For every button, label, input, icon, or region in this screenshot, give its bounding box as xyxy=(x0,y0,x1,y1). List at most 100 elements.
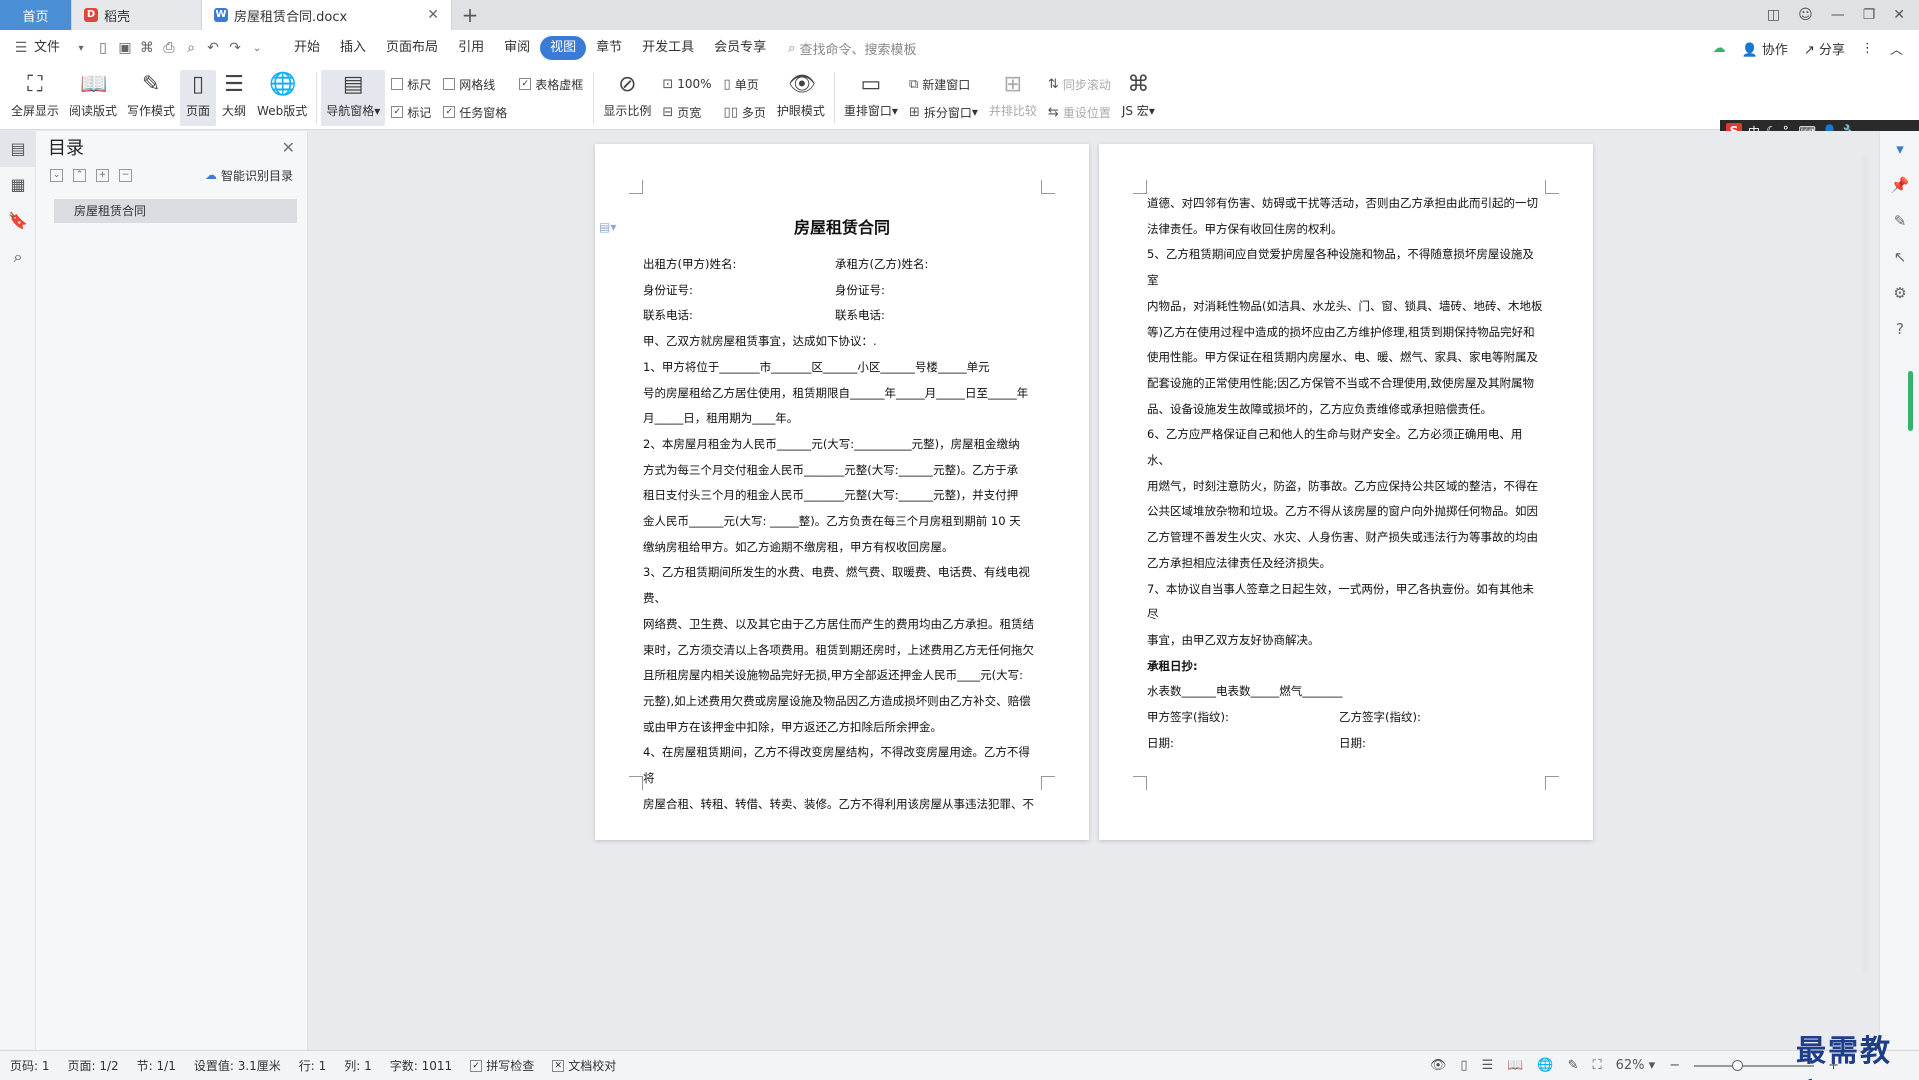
ruler-toggle[interactable]: 标尺 xyxy=(391,72,431,96)
menu-file[interactable]: 文件 xyxy=(32,36,70,60)
page-view-button[interactable]: ▯ 页面 xyxy=(180,70,217,126)
menu-member[interactable]: 会员专享 xyxy=(704,36,776,60)
zoom-slider-handle[interactable] xyxy=(1732,1059,1744,1071)
menu-start[interactable]: 开始 xyxy=(284,36,330,60)
doc-proof-button[interactable]: ✕ 文档校对 xyxy=(552,1057,616,1074)
minimize-icon[interactable]: — xyxy=(1831,7,1845,23)
arrange-window-button[interactable]: ▭ 重排窗口▾ xyxy=(839,70,903,126)
fullscreen-button[interactable]: ⛶ 全屏显示 xyxy=(6,70,64,126)
command-search[interactable]: ⌕ 查找命令、搜索模板 xyxy=(788,39,916,58)
share-button[interactable]: ↗ 分享 xyxy=(1804,39,1845,58)
edit-icon[interactable]: ✎ xyxy=(1880,203,1919,239)
nav-pane-button[interactable]: ▤ 导航窗格▾ xyxy=(321,70,386,126)
expand-all-icon[interactable]: ⌄ xyxy=(50,168,63,182)
page-width-button[interactable]: ⊟ 页宽 xyxy=(662,100,711,124)
avatar[interactable]: ☺ xyxy=(1798,7,1813,23)
remove-heading-icon[interactable]: − xyxy=(119,168,132,182)
document-area[interactable]: ▤▾ 房屋租赁合同 出租方(甲方)姓名: 承租方(乙方)姓名: 身份证号: 身份证号… xyxy=(308,131,1879,1050)
tab-home[interactable]: 首页 xyxy=(0,0,72,30)
status-page[interactable]: 页码: 1 xyxy=(10,1057,50,1074)
zoom-level[interactable]: 62% ▾ xyxy=(1616,1058,1656,1073)
eye-care-icon[interactable]: 👁 xyxy=(1430,1058,1447,1073)
hamburger-icon[interactable]: ☰ xyxy=(10,40,32,56)
help-icon[interactable]: ? xyxy=(1880,311,1919,347)
close-tab-icon[interactable]: ✕ xyxy=(427,7,439,23)
markup-checkbox[interactable]: ✓ xyxy=(391,106,404,118)
new-window-button[interactable]: ⧉ 新建窗口 xyxy=(909,72,978,96)
fit-page-icon[interactable]: ⛶ xyxy=(1593,1058,1602,1073)
zoom-100-button[interactable]: ⊡ 100% xyxy=(662,72,711,96)
bookmark-icon[interactable]: 🔖 xyxy=(0,203,36,239)
chapter-nav-icon[interactable]: ▦ xyxy=(0,167,36,203)
vertical-scrollbar[interactable] xyxy=(1860,155,1872,975)
outline-button[interactable]: ☰ 大纲 xyxy=(216,70,252,126)
split-window-button[interactable]: ⊞ 拆分窗口 ▾ xyxy=(909,100,978,124)
more-icon[interactable]: ⋮ xyxy=(1861,41,1874,56)
spell-check-toggle[interactable]: ✓ 拼写检查 xyxy=(470,1057,534,1074)
window-layout-icon[interactable]: ◫ xyxy=(1767,7,1780,23)
status-row[interactable]: 行: 1 xyxy=(299,1057,327,1074)
close-icon[interactable]: ✕ xyxy=(282,138,295,157)
close-window-icon[interactable]: ✕ xyxy=(1893,7,1905,23)
find-icon[interactable]: ⌕ xyxy=(0,239,36,275)
side-by-side-button[interactable]: ⊞ 并排比较 xyxy=(984,70,1042,126)
gridlines-checkbox[interactable] xyxy=(443,78,456,90)
pin-icon[interactable]: 📌 xyxy=(1880,167,1919,203)
pen-icon[interactable]: ✎ xyxy=(1568,1058,1579,1073)
status-col[interactable]: 列: 1 xyxy=(344,1057,372,1074)
print-preview-icon[interactable]: ⌕ xyxy=(180,40,202,56)
menu-chapter[interactable]: 章节 xyxy=(586,36,632,60)
ruler-checkbox[interactable] xyxy=(391,78,404,90)
single-page-button[interactable]: ▯ 单页 xyxy=(724,72,766,96)
sync-scroll-button[interactable]: ⇅ 同步滚动 xyxy=(1048,72,1111,96)
format-painter-icon[interactable]: ⌘ xyxy=(136,40,158,56)
gridlines-toggle[interactable]: 网格线 xyxy=(443,72,507,96)
zoom-out-icon[interactable]: − xyxy=(1669,1058,1680,1073)
toc-item[interactable]: 房屋租赁合同 xyxy=(54,199,297,223)
tab-daoke[interactable]: D 稻壳 xyxy=(72,0,202,30)
collapse-ribbon-icon[interactable]: ︿ xyxy=(1890,39,1903,58)
redo-icon[interactable]: ↷ xyxy=(224,40,246,56)
menu-devtools[interactable]: 开发工具 xyxy=(632,36,704,60)
status-word-count[interactable]: 字数: 1011 xyxy=(390,1057,452,1074)
new-doc-icon[interactable]: ▯ xyxy=(92,40,114,56)
scroll-track[interactable] xyxy=(1862,155,1868,975)
status-section[interactable]: 节: 1/1 xyxy=(137,1057,176,1074)
tableframe-checkbox[interactable]: ✓ xyxy=(519,78,532,90)
document-page-1[interactable]: ▤▾ 房屋租赁合同 出租方(甲方)姓名: 承租方(乙方)姓名: 身份证号: 身份证号… xyxy=(595,144,1089,840)
taskpane-toggle[interactable]: ✓ 任务窗格 xyxy=(443,100,507,124)
select-icon[interactable]: ↖ xyxy=(1880,239,1919,275)
outline-view-icon[interactable]: ☰ xyxy=(1482,1058,1494,1073)
reading-mode-button[interactable]: 📖 阅读版式 xyxy=(64,70,122,126)
taskpane-checkbox[interactable]: ✓ xyxy=(443,106,456,118)
document-page-2[interactable]: 道德、对四邻有伤害、妨碍或干扰等活动，否则由乙方承担由此而引起的一切 法律责任。… xyxy=(1099,144,1593,840)
js-macro-button[interactable]: ⌘ JS 宏▾ xyxy=(1117,70,1160,126)
dropdown-marker-icon[interactable]: ▾ xyxy=(1880,131,1919,167)
print-icon[interactable]: ⎙ xyxy=(158,40,180,56)
add-heading-icon[interactable]: + xyxy=(96,168,109,182)
reading-view-icon[interactable]: 📖 xyxy=(1507,1058,1523,1073)
restore-icon[interactable]: ❐ xyxy=(1863,7,1876,23)
customize-icon[interactable]: ⌄ xyxy=(246,43,268,54)
status-setting[interactable]: 设置值: 3.1厘米 xyxy=(194,1057,281,1074)
status-pages[interactable]: 页面: 1/2 xyxy=(68,1057,119,1074)
web-layout-button[interactable]: 🌐 Web版式 xyxy=(252,70,312,126)
collab-button[interactable]: 👤 协作 xyxy=(1742,39,1788,58)
menu-reference[interactable]: 引用 xyxy=(448,36,494,60)
chevron-down-icon[interactable]: ▾ xyxy=(70,43,92,54)
spell-check-checkbox[interactable]: ✓ xyxy=(470,1059,483,1072)
tableframe-toggle[interactable]: ✓ 表格虚框 xyxy=(519,72,583,96)
multi-page-button[interactable]: ▯▯ 多页 xyxy=(724,100,766,124)
undo-icon[interactable]: ↶ xyxy=(202,40,224,56)
writing-mode-button[interactable]: ✎ 写作模式 xyxy=(122,70,180,126)
menu-review[interactable]: 审阅 xyxy=(494,36,540,60)
zoom-ratio-button[interactable]: ⊘ 显示比例 xyxy=(598,70,656,126)
collapse-all-icon[interactable]: ⌃ xyxy=(73,168,86,182)
markup-toggle[interactable]: ✓ 标记 xyxy=(391,100,431,124)
web-view-icon[interactable]: 🌐 xyxy=(1537,1058,1553,1073)
page-view-icon[interactable]: ▯ xyxy=(1460,1058,1467,1073)
menu-insert[interactable]: 插入 xyxy=(330,36,376,60)
menu-layout[interactable]: 页面布局 xyxy=(376,36,448,60)
settings-icon[interactable]: ⚙ xyxy=(1880,275,1919,311)
cloud-sync-icon[interactable]: ☁ xyxy=(1713,41,1726,56)
